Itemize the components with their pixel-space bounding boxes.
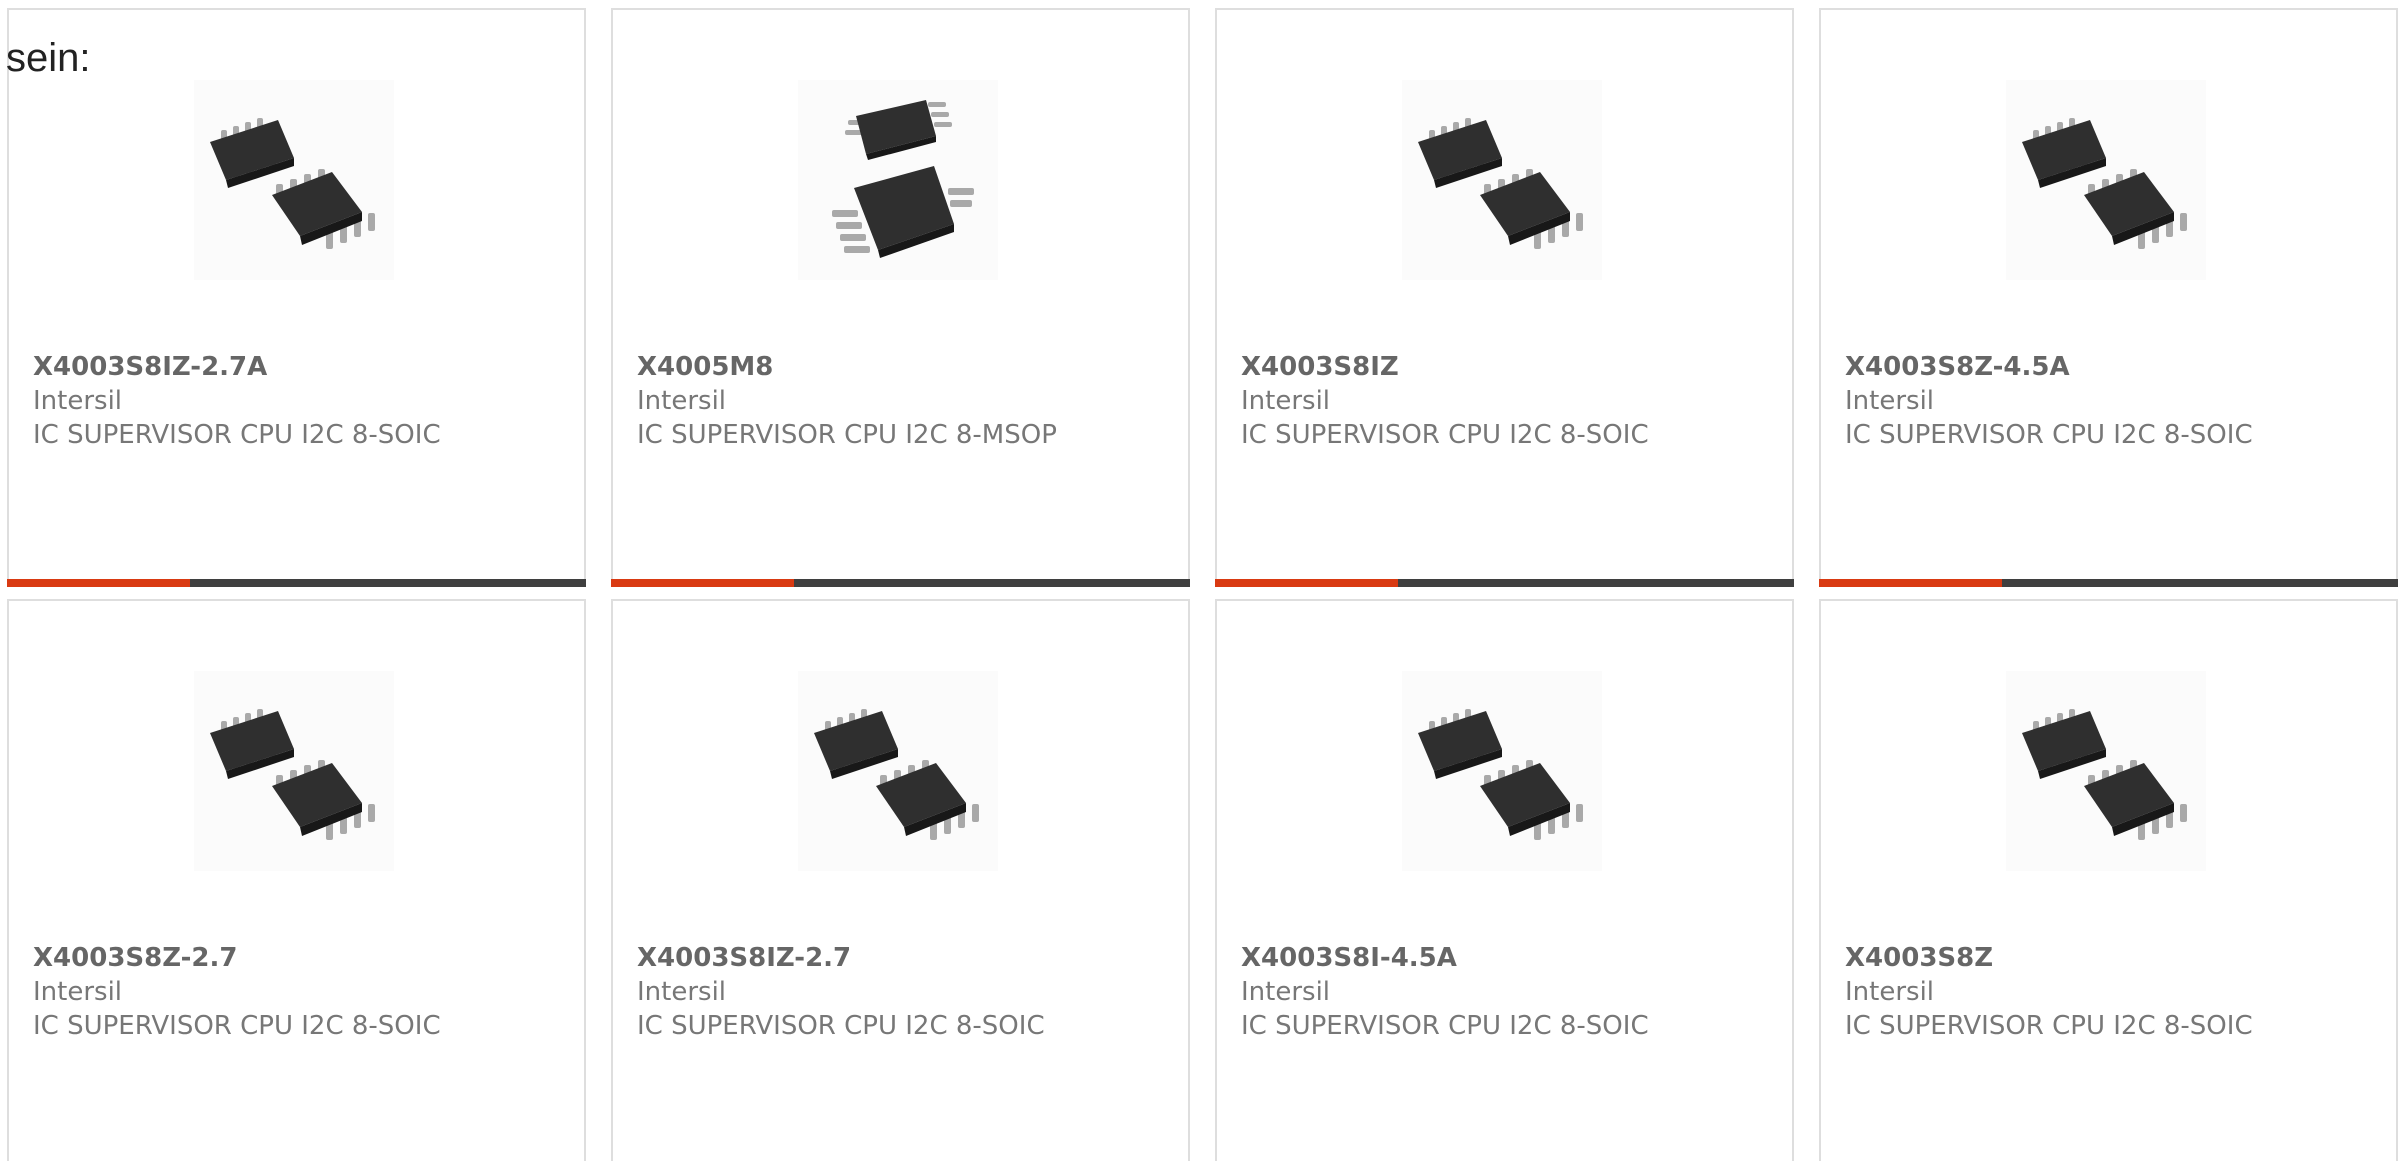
card-accent-bar [7,579,586,587]
soic-chip-pair-icon [2022,118,2187,249]
soic-chip-pair-icon [814,709,979,840]
card-accent-bar-base [794,579,1190,587]
product-image[interactable] [194,80,394,280]
product-image[interactable] [2006,80,2206,280]
product-manufacturer: Intersil [1241,977,1331,1007]
product-manufacturer: Intersil [33,977,123,1007]
product-info: X4003S8Z Intersil IC SUPERVISOR CPU I2C … [1845,941,2376,1043]
product-image[interactable] [194,671,394,871]
soic-chip-pair-icon [1418,709,1583,840]
product-description: IC SUPERVISOR CPU I2C 8-SOIC [1241,1011,1649,1041]
product-description: IC SUPERVISOR CPU I2C 8-SOIC [1241,420,1649,450]
card-accent-bar-base [1398,579,1794,587]
product-manufacturer: Intersil [33,386,123,416]
soic-chip-pair-icon [210,118,375,249]
card-accent-bar-base [2002,579,2398,587]
product-part-number[interactable]: X4005M8 [637,350,1168,384]
product-card[interactable]: X4003S8I-4.5A Intersil IC SUPERVISOR CPU… [1215,599,1794,1161]
product-manufacturer: Intersil [637,977,727,1007]
product-description: IC SUPERVISOR CPU I2C 8-SOIC [33,420,441,450]
product-card[interactable]: X4003S8IZ-2.7 Intersil IC SUPERVISOR CPU… [611,599,1190,1161]
product-part-number[interactable]: X4003S8IZ-2.7A [33,350,564,384]
product-info: X4003S8IZ-2.7A Intersil IC SUPERVISOR CP… [33,350,564,452]
product-info: X4003S8IZ-2.7 Intersil IC SUPERVISOR CPU… [637,941,1168,1043]
product-card[interactable]: X4003S8IZ-2.7A Intersil IC SUPERVISOR CP… [7,8,586,587]
product-info: X4005M8 Intersil IC SUPERVISOR CPU I2C 8… [637,350,1168,452]
product-info: X4003S8I-4.5A Intersil IC SUPERVISOR CPU… [1241,941,1772,1043]
product-manufacturer: Intersil [1845,386,1935,416]
product-image[interactable] [1402,671,1602,871]
product-info: X4003S8Z-2.7 Intersil IC SUPERVISOR CPU … [33,941,564,1043]
product-part-number[interactable]: X4003S8I-4.5A [1241,941,1772,975]
product-card[interactable]: X4003S8Z-4.5A Intersil IC SUPERVISOR CPU… [1819,8,2398,587]
product-image[interactable] [798,80,998,280]
soic-chip-pair-icon [2022,709,2187,840]
product-image[interactable] [2006,671,2206,871]
card-accent-bar-highlight [1819,579,2002,587]
card-accent-bar-highlight [1215,579,1398,587]
product-description: IC SUPERVISOR CPU I2C 8-SOIC [1845,1011,2253,1041]
product-info: X4003S8IZ Intersil IC SUPERVISOR CPU I2C… [1241,350,1772,452]
card-accent-bar-base [190,579,586,587]
msop-chip-pair-icon [832,100,974,258]
product-description: IC SUPERVISOR CPU I2C 8-MSOP [637,420,1057,450]
product-image[interactable] [798,671,998,871]
product-grid: X4003S8IZ-2.7A Intersil IC SUPERVISOR CP… [7,8,2398,1161]
intro-text: sein: [6,36,91,80]
product-description: IC SUPERVISOR CPU I2C 8-SOIC [1845,420,2253,450]
card-accent-bar-highlight [7,579,190,587]
product-card[interactable]: X4005M8 Intersil IC SUPERVISOR CPU I2C 8… [611,8,1190,587]
product-image[interactable] [1402,80,1602,280]
product-manufacturer: Intersil [1845,977,1935,1007]
product-description: IC SUPERVISOR CPU I2C 8-SOIC [33,1011,441,1041]
product-card[interactable]: X4003S8Z Intersil IC SUPERVISOR CPU I2C … [1819,599,2398,1161]
product-part-number[interactable]: X4003S8Z-4.5A [1845,350,2376,384]
card-accent-bar [1215,579,1794,587]
product-description: IC SUPERVISOR CPU I2C 8-SOIC [637,1011,1045,1041]
card-accent-bar [611,579,1190,587]
product-part-number[interactable]: X4003S8IZ-2.7 [637,941,1168,975]
product-card[interactable]: X4003S8IZ Intersil IC SUPERVISOR CPU I2C… [1215,8,1794,587]
product-manufacturer: Intersil [637,386,727,416]
soic-chip-pair-icon [210,709,375,840]
product-manufacturer: Intersil [1241,386,1331,416]
product-part-number[interactable]: X4003S8Z [1845,941,2376,975]
product-card[interactable]: X4003S8Z-2.7 Intersil IC SUPERVISOR CPU … [7,599,586,1161]
product-part-number[interactable]: X4003S8IZ [1241,350,1772,384]
card-accent-bar [1819,579,2398,587]
card-accent-bar-highlight [611,579,794,587]
product-part-number[interactable]: X4003S8Z-2.7 [33,941,564,975]
product-info: X4003S8Z-4.5A Intersil IC SUPERVISOR CPU… [1845,350,2376,452]
soic-chip-pair-icon [1418,118,1583,249]
page: sein: X4003S8IZ-2.7A Intersil IC SUPERVI… [0,0,2400,1161]
